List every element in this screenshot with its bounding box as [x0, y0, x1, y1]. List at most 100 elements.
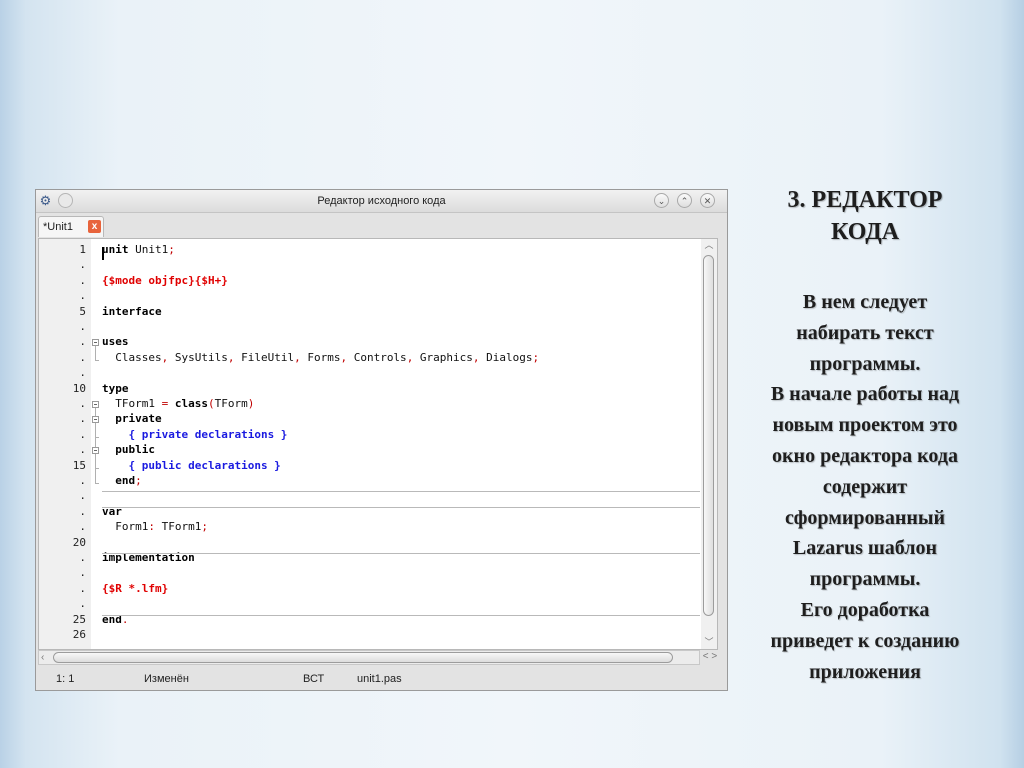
code-token: {$R *.lfm} [102, 581, 169, 595]
close-window-button[interactable]: ✕ [700, 193, 715, 208]
slide-title-line: КОДА [830, 219, 900, 245]
fold-toggle-icon[interactable] [92, 447, 99, 455]
line-number: . [79, 397, 86, 410]
code-token: ) [247, 397, 255, 410]
line-number: . [79, 427, 86, 441]
code-token: Dialogs [479, 350, 533, 364]
code-line: TForm1 = class(TForm) [102, 397, 254, 410]
scroll-right-icon[interactable]: < > [700, 651, 717, 662]
section-separator [102, 614, 700, 616]
code-token: uses [102, 335, 129, 349]
tab-unit1[interactable]: *Unit1 x [38, 216, 104, 237]
fold-toggle-icon[interactable] [92, 401, 99, 408]
slide-body-line: В начале работы над [770, 383, 960, 406]
vertical-scrollbar[interactable]: ︿ ﹀ [701, 239, 717, 649]
section-separator [102, 491, 700, 493]
slide-body-line: В нем следует [802, 291, 928, 313]
scroll-corner: < > [700, 650, 726, 665]
fold-toggle-icon[interactable] [92, 339, 99, 347]
line-number: . [79, 273, 86, 287]
code-area[interactable]: unit Unit1; {$mode objfpc}{$H+} interface u… [102, 239, 700, 649]
scroll-up-icon[interactable]: ︿ [701, 239, 717, 251]
horizontal-scroll-thumb[interactable] [53, 652, 673, 663]
window-titlebar[interactable]: ⚙ Редактор исходного кода ⌄ ⌃ ✕ [36, 190, 727, 213]
code-editor[interactable]: 1... 5.... 10.... 15.... 20.... 25 26 unit Uni… [38, 238, 718, 650]
tab-close-icon[interactable]: x [88, 220, 101, 233]
code-token: interface [102, 304, 162, 318]
code-token: unit [102, 243, 129, 256]
chevron-down-icon: ⌄ [657, 196, 666, 206]
code-token: { private declarations } [102, 427, 288, 441]
code-token: { public declarations } [102, 458, 281, 472]
code-token: ; [201, 520, 208, 534]
slide-body-line: приложения [809, 660, 921, 683]
line-number-gutter: 1... 5.... 10.... 15.... 20.... 25 26 [39, 239, 91, 649]
line-number: . [79, 366, 86, 380]
code-token: Graphics [413, 350, 473, 364]
status-insert-mode: ВСТ [303, 673, 325, 685]
code-token: ; [532, 350, 540, 364]
code-token: , [294, 350, 301, 364]
line-number: 10 [72, 381, 86, 395]
code-line: uses [102, 335, 129, 348]
slide-body-line: сформированный [784, 506, 946, 529]
code-token: class [174, 397, 208, 410]
slide-body-line: новым проектом это [772, 414, 958, 437]
line-number: 26 [72, 628, 86, 641]
window-title: Редактор исходного кода [317, 195, 446, 207]
slide-body-line: Lazarus шаблон [792, 537, 938, 560]
line-number: . [79, 504, 86, 518]
slide-title-line: 3. РЕДАКТОР [787, 187, 943, 213]
line-number: . [79, 443, 86, 457]
scroll-down-icon[interactable]: ﹀ [701, 636, 717, 648]
code-token: private [102, 412, 162, 426]
code-token: Form1 [102, 520, 149, 534]
line-number: . [79, 474, 86, 487]
code-token: : [148, 520, 155, 534]
fold-line [95, 454, 96, 469]
code-token: TForm [214, 397, 248, 410]
fold-gutter [91, 239, 101, 649]
line-number: . [79, 551, 86, 564]
line-number: . [79, 335, 86, 349]
horizontal-scrollbar[interactable]: ‹ [38, 650, 700, 665]
code-line: {$R *.lfm} [102, 582, 168, 595]
editor-tabbar: *Unit1 x [36, 213, 727, 238]
scroll-left-icon[interactable]: ‹ [41, 651, 44, 664]
line-number: . [79, 320, 86, 333]
code-token: Forms [300, 350, 341, 364]
line-number: 1 [79, 243, 86, 256]
line-number: . [79, 566, 86, 580]
line-number: . [79, 489, 86, 503]
slide-title: 3. РЕДАКТОР КОДА [742, 184, 988, 248]
line-number: 5 [79, 304, 86, 318]
line-number: . [79, 520, 86, 534]
fold-end [95, 436, 99, 438]
fold-line [95, 423, 96, 438]
fold-end [95, 359, 99, 361]
slide-body-line: содержит [822, 475, 908, 498]
chevron-up-icon: ⌃ [680, 196, 689, 206]
line-number: 20 [72, 535, 86, 549]
status-modified: Изменён [144, 673, 189, 685]
line-number: 25 [72, 612, 86, 626]
slide-body-line: программы. [809, 352, 921, 375]
code-token: Controls [347, 350, 407, 364]
vertical-scroll-thumb[interactable] [703, 255, 714, 616]
slide-body-line: программы. [809, 568, 921, 591]
code-token: SysUtils [168, 350, 228, 364]
code-token: TForm1 [154, 520, 202, 534]
slide-body-line: окно редактора кода [772, 444, 958, 467]
line-number: 15 [72, 458, 86, 472]
minimize-button[interactable]: ⌄ [654, 193, 669, 208]
code-line: public [102, 443, 155, 456]
line-number: . [79, 350, 86, 364]
maximize-button[interactable]: ⌃ [677, 193, 692, 208]
code-token: Classes [102, 350, 162, 364]
close-icon: ✕ [703, 196, 712, 206]
section-separator [102, 506, 700, 508]
fold-toggle-icon[interactable] [92, 416, 99, 424]
slide-body-line: приведет к созданию [770, 629, 960, 652]
status-filename: unit1.pas [357, 673, 402, 685]
fold-line [95, 346, 96, 361]
